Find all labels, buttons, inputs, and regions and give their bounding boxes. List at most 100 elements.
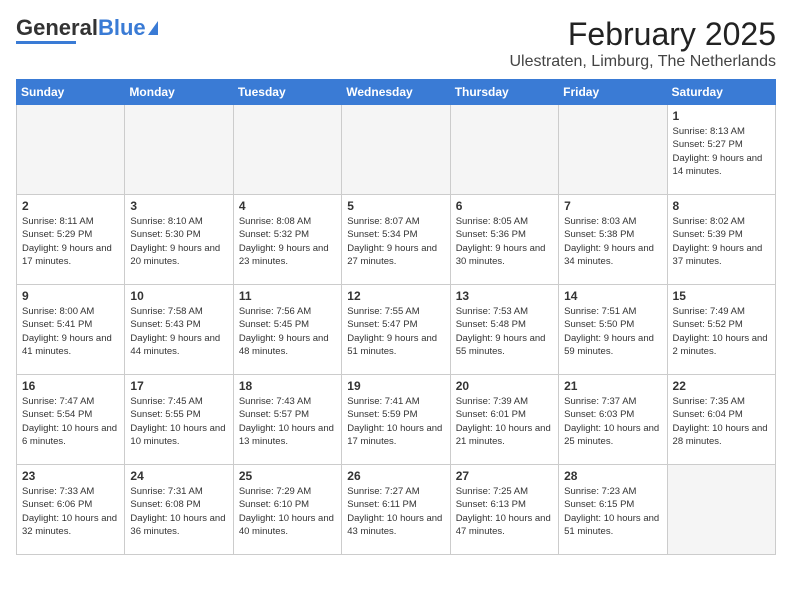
day-number: 5 [347,199,444,213]
day-number: 24 [130,469,227,483]
calendar-cell: 13 Sunrise: 7:53 AM Sunset: 5:48 PM Dayli… [450,285,558,375]
calendar-cell: 12 Sunrise: 7:55 AM Sunset: 5:47 PM Dayli… [342,285,450,375]
calendar-cell: 7 Sunrise: 8:03 AM Sunset: 5:38 PM Daylig… [559,195,667,285]
calendar-cell [450,105,558,195]
calendar-week-0: 1 Sunrise: 8:13 AM Sunset: 5:27 PM Daylig… [17,105,776,195]
day-info: Sunrise: 7:29 AM Sunset: 6:10 PM Dayligh… [239,485,336,538]
weekday-header-tuesday: Tuesday [233,80,341,105]
day-number: 28 [564,469,661,483]
day-number: 6 [456,199,553,213]
calendar-cell: 4 Sunrise: 8:08 AM Sunset: 5:32 PM Daylig… [233,195,341,285]
header: GeneralBlue February 2025 Ulestraten, Li… [16,16,776,71]
day-info: Sunrise: 7:56 AM Sunset: 5:45 PM Dayligh… [239,305,336,358]
calendar-week-2: 9 Sunrise: 8:00 AM Sunset: 5:41 PM Daylig… [17,285,776,375]
day-number: 7 [564,199,661,213]
day-number: 15 [673,289,770,303]
day-info: Sunrise: 7:35 AM Sunset: 6:04 PM Dayligh… [673,395,770,448]
calendar-cell: 21 Sunrise: 7:37 AM Sunset: 6:03 PM Dayli… [559,375,667,465]
day-number: 21 [564,379,661,393]
calendar-cell: 5 Sunrise: 8:07 AM Sunset: 5:34 PM Daylig… [342,195,450,285]
logo-triangle-icon [148,21,158,35]
day-info: Sunrise: 8:11 AM Sunset: 5:29 PM Dayligh… [22,215,119,268]
day-number: 13 [456,289,553,303]
day-number: 10 [130,289,227,303]
day-number: 11 [239,289,336,303]
weekday-header-wednesday: Wednesday [342,80,450,105]
day-number: 16 [22,379,119,393]
calendar-cell: 20Sunrise: 7:39 AM Sunset: 6:01 PM Dayli… [450,375,558,465]
day-info: Sunrise: 7:41 AM Sunset: 5:59 PM Dayligh… [347,395,444,448]
day-number: 9 [22,289,119,303]
header-row: SundayMondayTuesdayWednesdayThursdayFrid… [17,80,776,105]
day-number: 17 [130,379,227,393]
day-info: Sunrise: 8:00 AM Sunset: 5:41 PM Dayligh… [22,305,119,358]
day-number: 19 [347,379,444,393]
calendar-cell: 17Sunrise: 7:45 AM Sunset: 5:55 PM Dayli… [125,375,233,465]
day-info: Sunrise: 7:47 AM Sunset: 5:54 PM Dayligh… [22,395,119,448]
calendar-cell: 8 Sunrise: 8:02 AM Sunset: 5:39 PM Daylig… [667,195,775,285]
day-number: 8 [673,199,770,213]
calendar-cell: 19 Sunrise: 7:41 AM Sunset: 5:59 PM Dayli… [342,375,450,465]
day-info: Sunrise: 7:53 AM Sunset: 5:48 PM Dayligh… [456,305,553,358]
calendar-cell: 25 Sunrise: 7:29 AM Sunset: 6:10 PM Dayli… [233,465,341,555]
day-info: Sunrise: 8:10 AM Sunset: 5:30 PM Dayligh… [130,215,227,268]
day-number: 25 [239,469,336,483]
day-number: 22 [673,379,770,393]
day-info: Sunrise: 7:27 AM Sunset: 6:11 PM Dayligh… [347,485,444,538]
day-info: Sunrise: 7:55 AM Sunset: 5:47 PM Dayligh… [347,305,444,358]
day-info: Sunrise: 7:23 AM Sunset: 6:15 PM Dayligh… [564,485,661,538]
calendar-cell [233,105,341,195]
calendar-week-4: 23 Sunrise: 7:33 AM Sunset: 6:06 PM Dayli… [17,465,776,555]
day-info: Sunrise: 8:03 AM Sunset: 5:38 PM Dayligh… [564,215,661,268]
calendar-cell: 1 Sunrise: 8:13 AM Sunset: 5:27 PM Daylig… [667,105,775,195]
day-info: Sunrise: 8:13 AM Sunset: 5:27 PM Dayligh… [673,125,770,178]
title-area: February 2025 Ulestraten, Limburg, The N… [509,16,776,71]
day-info: Sunrise: 7:25 AM Sunset: 6:13 PM Dayligh… [456,485,553,538]
location-subtitle: Ulestraten, Limburg, The Netherlands [509,53,776,71]
calendar-cell: 14 Sunrise: 7:51 AM Sunset: 5:50 PM Dayli… [559,285,667,375]
calendar-cell: 24 Sunrise: 7:31 AM Sunset: 6:08 PM Dayli… [125,465,233,555]
calendar-cell: 28 Sunrise: 7:23 AM Sunset: 6:15 PM Dayli… [559,465,667,555]
day-number: 14 [564,289,661,303]
day-number: 4 [239,199,336,213]
day-number: 20 [456,379,553,393]
day-number: 18 [239,379,336,393]
calendar-cell: 18 Sunrise: 7:43 AM Sunset: 5:57 PM Dayli… [233,375,341,465]
day-info: Sunrise: 8:08 AM Sunset: 5:32 PM Dayligh… [239,215,336,268]
day-info: Sunrise: 8:05 AM Sunset: 5:36 PM Dayligh… [456,215,553,268]
calendar-cell: 26 Sunrise: 7:27 AM Sunset: 6:11 PM Dayli… [342,465,450,555]
day-number: 3 [130,199,227,213]
day-number: 2 [22,199,119,213]
day-number: 26 [347,469,444,483]
calendar-cell: 6 Sunrise: 8:05 AM Sunset: 5:36 PM Daylig… [450,195,558,285]
calendar-cell [125,105,233,195]
logo-underline [16,41,76,44]
day-info: Sunrise: 7:37 AM Sunset: 6:03 PM Dayligh… [564,395,661,448]
logo: GeneralBlue [16,16,158,44]
weekday-header-monday: Monday [125,80,233,105]
calendar-cell: 22 Sunrise: 7:35 AM Sunset: 6:04 PM Dayli… [667,375,775,465]
day-info: Sunrise: 7:33 AM Sunset: 6:06 PM Dayligh… [22,485,119,538]
day-number: 12 [347,289,444,303]
day-info: Sunrise: 8:02 AM Sunset: 5:39 PM Dayligh… [673,215,770,268]
calendar-cell [17,105,125,195]
calendar-cell: 9 Sunrise: 8:00 AM Sunset: 5:41 PM Daylig… [17,285,125,375]
day-info: Sunrise: 7:43 AM Sunset: 5:57 PM Dayligh… [239,395,336,448]
calendar-table: SundayMondayTuesdayWednesdayThursdayFrid… [16,79,776,555]
day-info: Sunrise: 7:49 AM Sunset: 5:52 PM Dayligh… [673,305,770,358]
weekday-header-saturday: Saturday [667,80,775,105]
calendar-cell: 23 Sunrise: 7:33 AM Sunset: 6:06 PM Dayli… [17,465,125,555]
day-number: 27 [456,469,553,483]
calendar-cell: 10Sunrise: 7:58 AM Sunset: 5:43 PM Dayli… [125,285,233,375]
day-number: 23 [22,469,119,483]
day-info: Sunrise: 7:51 AM Sunset: 5:50 PM Dayligh… [564,305,661,358]
logo-text: GeneralBlue [16,16,146,40]
calendar-cell [342,105,450,195]
calendar-cell: 3 Sunrise: 8:10 AM Sunset: 5:30 PM Daylig… [125,195,233,285]
day-info: Sunrise: 7:31 AM Sunset: 6:08 PM Dayligh… [130,485,227,538]
day-number: 1 [673,109,770,123]
weekday-header-friday: Friday [559,80,667,105]
calendar-cell: 11 Sunrise: 7:56 AM Sunset: 5:45 PM Dayli… [233,285,341,375]
day-info: Sunrise: 8:07 AM Sunset: 5:34 PM Dayligh… [347,215,444,268]
calendar-cell [667,465,775,555]
